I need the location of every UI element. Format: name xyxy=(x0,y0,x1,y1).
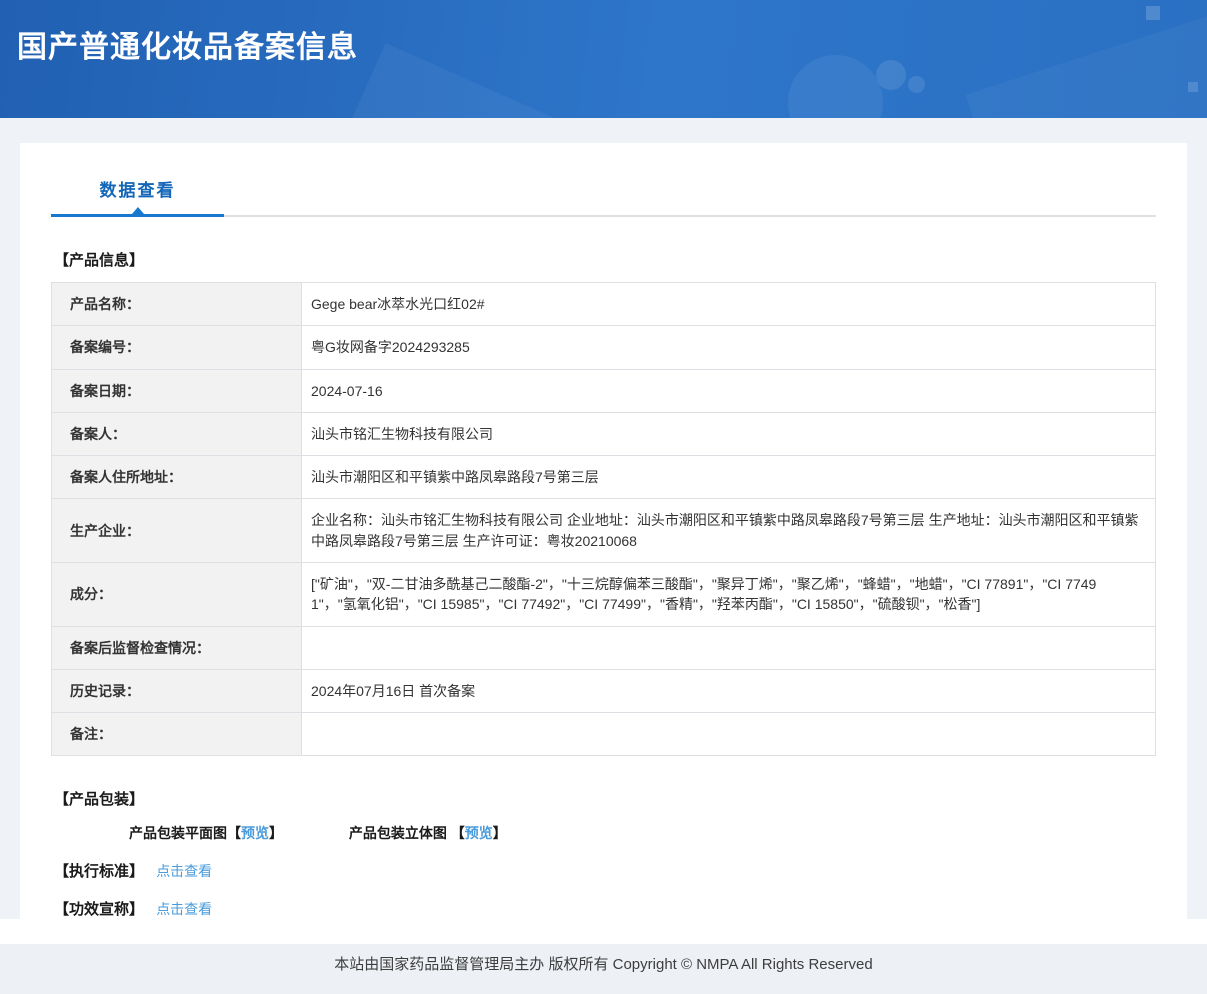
section-title-efficacy: 【功效宣称】 xyxy=(54,901,144,918)
bracket-close: 】 xyxy=(493,825,507,841)
row-value-record-date: 2024-07-16 xyxy=(302,369,1156,412)
table-row: 生产企业： 企业名称：汕头市铭汇生物科技有限公司 企业地址：汕头市潮阳区和平镇紫… xyxy=(52,499,1156,563)
row-value-registrant: 汕头市铭汇生物科技有限公司 xyxy=(302,412,1156,455)
footer-gap xyxy=(0,919,1207,944)
table-row: 历史记录： 2024年07月16日 首次备案 xyxy=(52,669,1156,712)
packaging-flat-item: 产品包装平面图【预览】 xyxy=(129,825,283,841)
packaging-flat-preview-link[interactable]: 预览 xyxy=(241,825,269,841)
tab-active-caret-icon xyxy=(132,207,144,214)
tab-active-underline xyxy=(51,214,224,217)
row-value-manufacturer: 企业名称：汕头市铭汇生物科技有限公司 企业地址：汕头市潮阳区和平镇紫中路凤皋路段… xyxy=(302,499,1156,563)
tab-data-view-label: 数据查看 xyxy=(100,181,176,200)
table-row: 备注： xyxy=(52,712,1156,755)
row-label-history: 历史记录： xyxy=(52,669,302,712)
page-header-banner: 国产普通化妆品备案信息 xyxy=(0,0,1207,118)
packaging-3d-item: 产品包装立体图 【预览】 xyxy=(349,825,507,841)
row-label-registrant: 备案人： xyxy=(52,412,302,455)
table-row: 成分： ["矿油"，"双-二甘油多酰基己二酸酯-2"，"十三烷醇偏苯三酸酯"，"… xyxy=(52,563,1156,627)
table-row: 备案人住所地址： 汕头市潮阳区和平镇紫中路凤皋路段7号第三层 xyxy=(52,456,1156,499)
standard-section: 【执行标准】 点击查看 xyxy=(54,860,1156,881)
row-value-remarks xyxy=(302,712,1156,755)
table-row: 产品名称： Gege bear冰萃水光口红02# xyxy=(52,283,1156,326)
tab-strip: 数据查看 xyxy=(51,176,1156,217)
header-decoration-circle xyxy=(908,76,925,93)
efficacy-section: 【功效宣称】 点击查看 xyxy=(54,898,1156,919)
packaging-3d-label: 产品包装立体图 xyxy=(349,825,451,841)
row-label-record-date: 备案日期： xyxy=(52,369,302,412)
bracket-open: 【 xyxy=(227,825,241,841)
table-row: 备案编号： 粤G妆网备字2024293285 xyxy=(52,326,1156,369)
efficacy-view-link[interactable]: 点击查看 xyxy=(156,901,212,917)
table-row: 备案后监督检查情况： xyxy=(52,626,1156,669)
row-label-ingredients: 成分： xyxy=(52,563,302,627)
section-title-standard: 【执行标准】 xyxy=(54,863,144,880)
row-value-history: 2024年07月16日 首次备案 xyxy=(302,669,1156,712)
product-info-table: 产品名称： Gege bear冰萃水光口红02# 备案编号： 粤G妆网备字202… xyxy=(51,282,1156,756)
row-label-record-number: 备案编号： xyxy=(52,326,302,369)
table-row: 备案日期： 2024-07-16 xyxy=(52,369,1156,412)
row-label-manufacturer: 生产企业： xyxy=(52,499,302,563)
row-value-record-number: 粤G妆网备字2024293285 xyxy=(302,326,1156,369)
section-title-packaging: 【产品包装】 xyxy=(54,788,1156,809)
row-label-supervision: 备案后监督检查情况： xyxy=(52,626,302,669)
packaging-3d-preview-link[interactable]: 预览 xyxy=(465,825,493,841)
packaging-flat-label: 产品包装平面图 xyxy=(129,825,227,841)
row-label-product-name: 产品名称： xyxy=(52,283,302,326)
row-value-product-name: Gege bear冰萃水光口红02# xyxy=(302,283,1156,326)
row-value-supervision xyxy=(302,626,1156,669)
bracket-open: 【 xyxy=(451,825,465,841)
row-value-ingredients: ["矿油"，"双-二甘油多酰基己二酸酯-2"，"十三烷醇偏苯三酸酯"，"聚异丁烯… xyxy=(302,563,1156,627)
tab-strip-divider xyxy=(224,215,1156,217)
bracket-close: 】 xyxy=(269,825,283,841)
packaging-links-row: 产品包装平面图【预览】 产品包装立体图 【预览】 xyxy=(129,823,1156,843)
site-footer: 本站由国家药品监督管理局主办 版权所有 Copyright © NMPA All… xyxy=(0,944,1207,994)
standard-view-link[interactable]: 点击查看 xyxy=(156,863,212,879)
section-title-product-info: 【产品信息】 xyxy=(54,249,1156,270)
main-panel: 数据查看 【产品信息】 产品名称： Gege bear冰萃水光口红02# 备案编… xyxy=(20,143,1187,919)
row-label-remarks: 备注： xyxy=(52,712,302,755)
copyright-text: 本站由国家药品监督管理局主办 版权所有 Copyright © NMPA All… xyxy=(334,956,872,973)
table-row: 备案人： 汕头市铭汇生物科技有限公司 xyxy=(52,412,1156,455)
header-decoration-square xyxy=(1188,82,1198,92)
tab-data-view[interactable]: 数据查看 xyxy=(51,176,224,217)
content-wrapper: 数据查看 【产品信息】 产品名称： Gege bear冰萃水光口红02# 备案编… xyxy=(0,118,1207,919)
row-value-registrant-address: 汕头市潮阳区和平镇紫中路凤皋路段7号第三层 xyxy=(302,456,1156,499)
page-title: 国产普通化妆品备案信息 xyxy=(0,0,1207,66)
row-label-registrant-address: 备案人住所地址： xyxy=(52,456,302,499)
